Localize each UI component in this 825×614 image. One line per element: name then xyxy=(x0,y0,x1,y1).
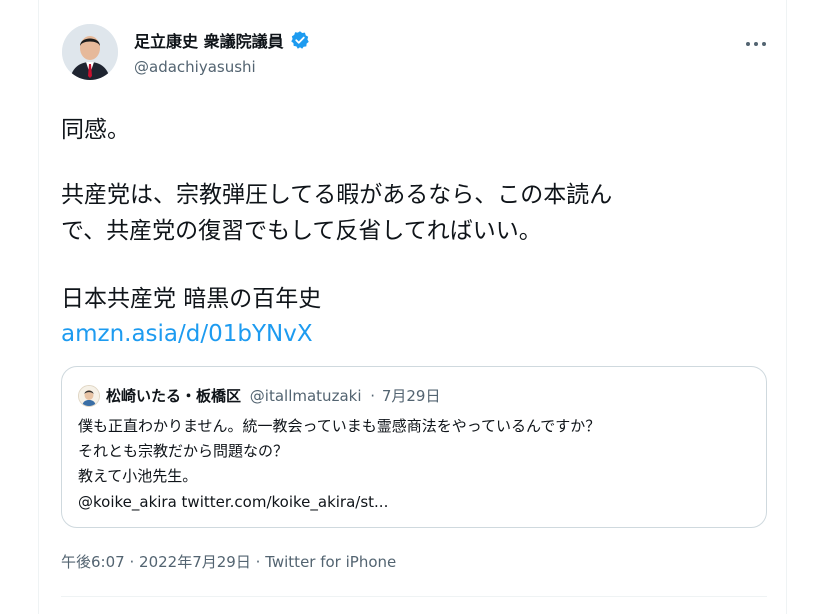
tweet-timestamp-row: 午後6:07 · 2022年7月29日 · Twitter for iPhone xyxy=(61,551,396,572)
tweet-time[interactable]: 午後6:07 xyxy=(61,553,125,571)
quoted-author-handle: @itallmatuzaki xyxy=(249,387,362,405)
tweet-text-line: 日本共産党 暗黒の百年史 xyxy=(61,286,322,312)
quoted-date: 7月29日 xyxy=(381,387,441,405)
more-options-icon[interactable] xyxy=(742,34,770,54)
quoted-author-avatar xyxy=(78,385,100,407)
tweet-date[interactable]: 2022年7月29日 xyxy=(139,553,251,571)
quoted-tweet-header: 松崎いたる・板橋区 @itallmatuzaki · 7月29日 xyxy=(106,385,440,407)
quoted-text-line: それとも宗教だから問題なの？ xyxy=(78,442,289,460)
quoted-text-line: @koike_akira twitter.com/koike_akira/st.… xyxy=(78,493,389,511)
author-name-row[interactable]: 足立康史 衆議院議員 xyxy=(134,28,310,52)
author-handle[interactable]: @adachiyasushi xyxy=(134,58,256,76)
author-avatar[interactable] xyxy=(62,24,118,80)
footer-separator: · xyxy=(129,553,135,571)
tweet-source[interactable]: Twitter for iPhone xyxy=(265,553,396,571)
verified-badge-icon xyxy=(290,30,310,50)
divider xyxy=(61,596,767,597)
quoted-text-line: 僕も正直わかりません。統一教会っていまも霊感商法をやっているんですか？ xyxy=(78,417,601,435)
quoted-author-name: 松崎いたる・板橋区 xyxy=(106,387,242,405)
quoted-separator: · xyxy=(370,387,376,405)
tweet-text-line: 同感。 xyxy=(61,117,130,143)
tweet-text-line: で、共産党の復習でもして反省してればいい。 xyxy=(61,218,542,244)
tweet-text-line: 共産党は、宗教弾圧してる暇があるなら、この本読ん xyxy=(61,182,613,208)
quoted-text-line: 教えて小池先生。 xyxy=(78,467,198,485)
author-name[interactable]: 足立康史 衆議院議員 xyxy=(134,28,284,52)
footer-separator: · xyxy=(255,553,261,571)
tweet-link[interactable]: amzn.asia/d/01bYNvX xyxy=(61,317,313,351)
quoted-tweet[interactable]: 松崎いたる・板橋区 @itallmatuzaki · 7月29日 僕も正直わかり… xyxy=(61,366,767,528)
